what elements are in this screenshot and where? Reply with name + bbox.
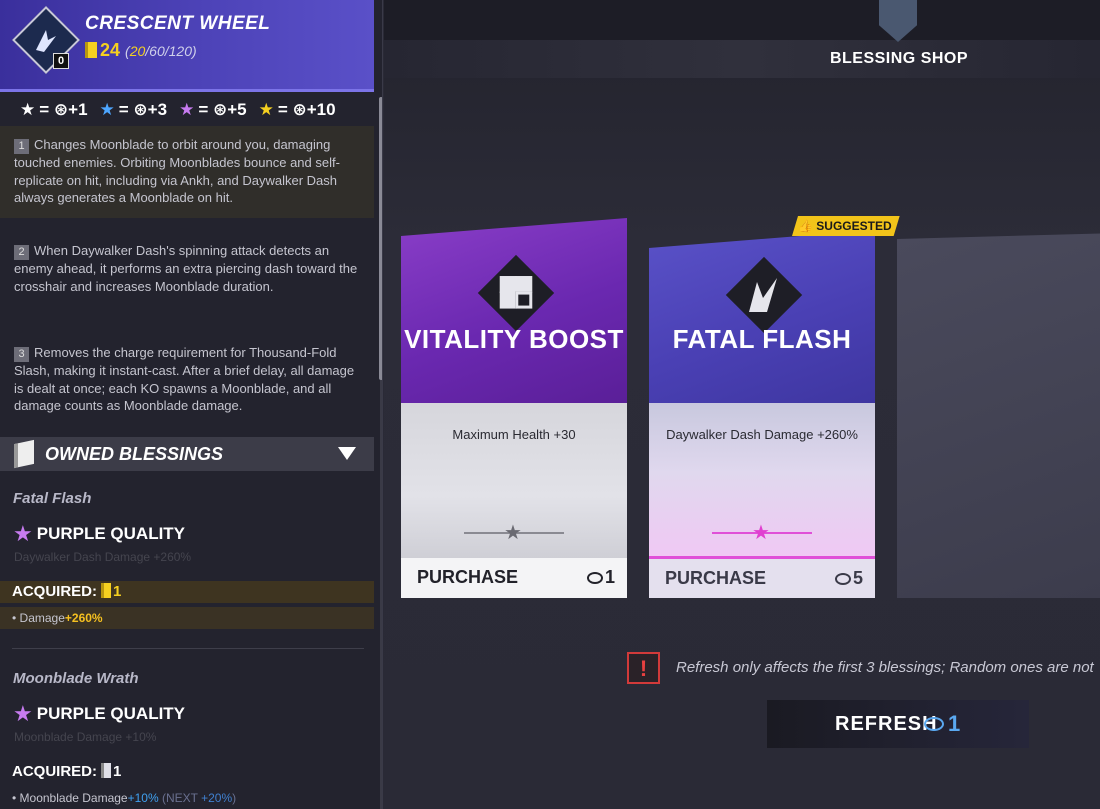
purchase-label: PURCHASE — [417, 567, 519, 587]
white-star-icon: ★ — [20, 100, 36, 119]
wheel-description-2: 2 When Daywalker Dash's spinning attack d… — [14, 243, 358, 294]
card-art: VITALITY BOOST — [401, 218, 627, 403]
wheel-points-value: 24 — [100, 40, 121, 60]
star-rate-blue: ★ = ⊛+3 — [99, 100, 168, 119]
wheel-header: 0 CRESCENT WHEEL 24 (20/60/120) — [0, 0, 374, 92]
suggested-badge: 👍 SUGGESTED — [792, 216, 900, 236]
owned-blessing-name: Moonblade Wrath — [13, 670, 139, 687]
crescent-wheel-icon — [12, 6, 80, 74]
owned-blessing-name: Fatal Flash — [13, 490, 92, 507]
book-icon — [101, 763, 111, 778]
vitality-boost-icon — [477, 254, 555, 332]
refresh-cost: 1 — [924, 711, 960, 737]
owned-blessing-faint-effect: Daywalker Dash Damage +260% — [14, 550, 192, 564]
wheel-title: CRESCENT WHEEL — [85, 13, 271, 34]
refresh-button[interactable]: REFRESH 1 — [767, 700, 1029, 748]
card-cost: 1 — [586, 567, 615, 588]
owned-blessing-quality: ★ PURPLE QUALITY — [13, 701, 186, 726]
wheel-level-badge: 0 — [53, 53, 69, 69]
fatal-flash-icon — [725, 256, 803, 334]
blessing-card-fatal-flash[interactable]: FATAL FLASH Daywalker Dash Damage +260% … — [649, 218, 875, 598]
blessing-card-locked[interactable] — [897, 233, 1100, 598]
owned-blessing-quality: ★ PURPLE QUALITY — [13, 521, 186, 546]
book-icon — [101, 583, 111, 598]
acquired-bar: ACQUIRED: 1 — [0, 581, 374, 603]
blessing-shop-area: BLESSING SHOP VITALITY BOOST Maximum Hea… — [384, 0, 1100, 809]
star-rate-gold: ★ = ⊛+10 — [258, 100, 336, 119]
owned-blessing-stat: • Moonblade Damage+10% (NEXT +20%) — [12, 791, 237, 805]
shop-title: BLESSING SHOP — [829, 50, 969, 67]
gray-star-icon: ★ — [504, 522, 522, 544]
wheel-tiers: (20/60/120) — [125, 43, 197, 59]
warning-icon: ! — [627, 652, 660, 684]
purple-star-icon: ★ — [752, 522, 770, 544]
card-effect: Maximum Health +30 — [452, 427, 576, 442]
owned-blessing-stat: • Damage+260% — [0, 607, 374, 629]
refresh-notice: Refresh only affects the first 3 blessin… — [676, 659, 1094, 676]
blessing-card-vitality-boost[interactable]: VITALITY BOOST Maximum Health +30 ★ PURC… — [401, 218, 627, 598]
star-rate-row: ★ = ⊛+1 ★ = ⊛+3 ★ = ⊛+5 ★ = ⊛+10 — [20, 98, 365, 122]
tier-number: 2 — [14, 245, 29, 260]
card-effect: Daywalker Dash Damage +260% — [666, 427, 858, 442]
currency-icon — [586, 571, 603, 584]
collapse-triangle-icon[interactable] — [338, 447, 356, 460]
purple-star-icon: ★ — [13, 701, 33, 726]
card-body: Maximum Health +30 ★ — [401, 403, 627, 558]
acquired-bar: ACQUIRED: 1 — [12, 763, 122, 780]
book-icon — [14, 439, 34, 469]
card-cost: 5 — [834, 568, 863, 589]
purple-star-icon: ★ — [13, 521, 33, 546]
wheel-points: 24 (20/60/120) — [85, 40, 197, 61]
blue-star-icon: ★ — [99, 100, 115, 119]
divider — [12, 648, 364, 649]
refresh-label: REFRESH — [835, 713, 938, 735]
purchase-button[interactable]: PURCHASE 1 — [401, 558, 627, 598]
blessing-details-panel: 0 CRESCENT WHEEL 24 (20/60/120) ★ = ⊛+1 ★… — [0, 0, 383, 809]
card-name: VITALITY BOOST — [404, 324, 624, 354]
wheel-description-1: 1 Changes Moonblade to orbit around you, … — [0, 126, 374, 218]
scrollbar-track[interactable] — [380, 380, 382, 809]
book-icon — [85, 42, 97, 58]
owned-blessings-label: OWNED BLESSINGS — [45, 444, 224, 464]
card-name: FATAL FLASH — [672, 324, 852, 354]
currency-icon — [924, 717, 944, 731]
card-body: Daywalker Dash Damage +260% ★ — [649, 403, 875, 558]
purple-star-icon: ★ — [179, 100, 195, 119]
star-rate-purple: ★ = ⊛+5 — [179, 100, 247, 119]
purchase-button[interactable]: PURCHASE 5 — [649, 556, 875, 598]
card-art: FATAL FLASH — [649, 230, 875, 405]
purchase-label: PURCHASE — [665, 568, 767, 588]
shop-header-band — [384, 40, 1100, 78]
gold-star-icon: ★ — [258, 100, 274, 119]
star-rate-white: ★ = ⊛+1 — [20, 100, 88, 119]
owned-blessings-toggle[interactable]: OWNED BLESSINGS — [0, 437, 374, 471]
tier-number: 3 — [14, 347, 29, 362]
tier-number: 1 — [14, 139, 29, 154]
owned-blessing-faint-effect: Moonblade Damage +10% — [14, 730, 157, 744]
wheel-description-3: 3 Removes the charge requirement for Thou… — [14, 345, 355, 413]
currency-icon — [834, 572, 851, 585]
scrollbar-thumb[interactable] — [379, 97, 382, 380]
